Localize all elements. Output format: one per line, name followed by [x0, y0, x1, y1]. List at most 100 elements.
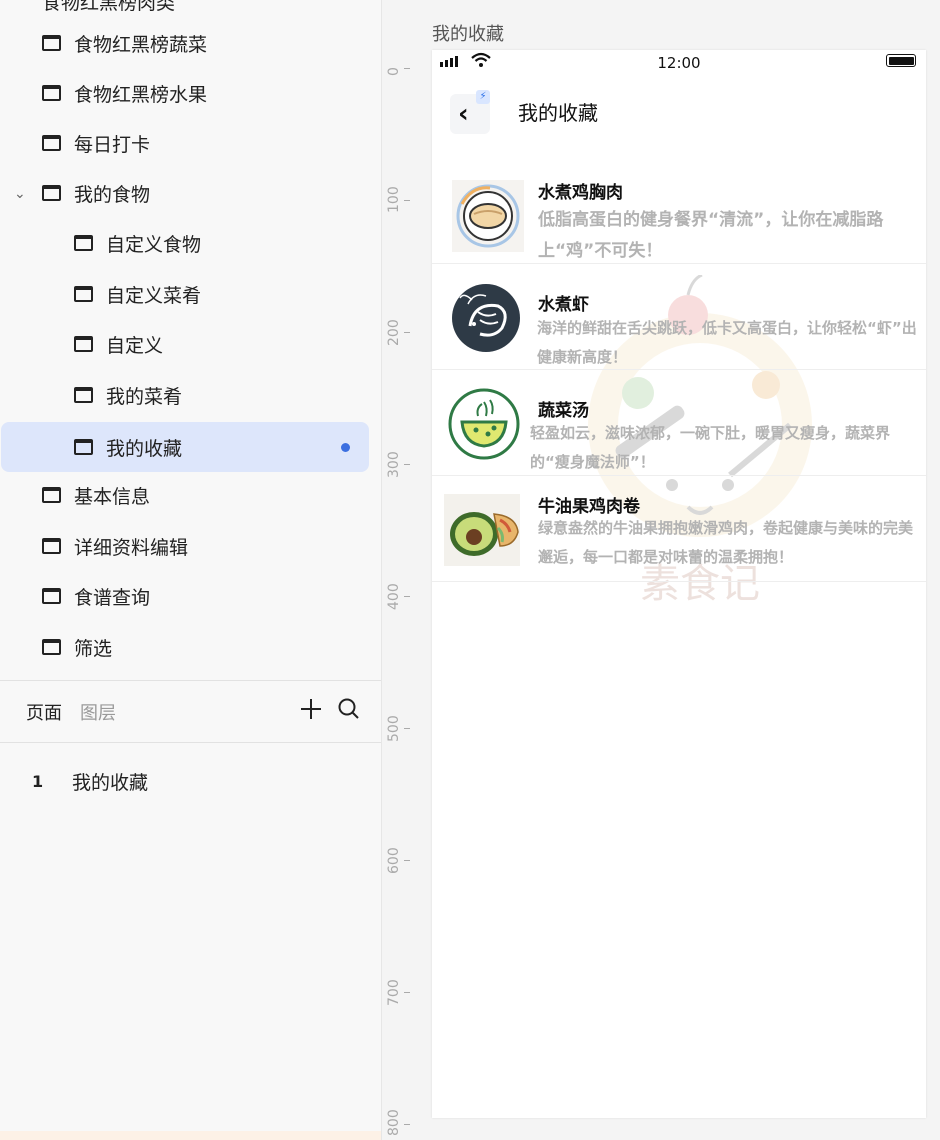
favorite-description: 低脂高蛋白的健身餐界“清流”，让你在减脂路上“鸡”不可失！ [538, 210, 884, 261]
chevron-left-icon: ‹ [458, 99, 469, 129]
page-item-daily-checkin[interactable]: 每日打卡 [42, 118, 372, 168]
page-item-label: 自定义食物 [106, 233, 202, 256]
page-item-fruits[interactable]: 食物红黑榜水果 [42, 68, 372, 118]
back-button[interactable]: ‹ ⚡ [450, 90, 490, 134]
page-icon [74, 387, 93, 403]
ruler-label: 600 [386, 847, 402, 874]
page-item-label: 我的收藏 [106, 437, 183, 460]
page-icon [74, 336, 93, 352]
ruler-label: 800 [386, 1109, 402, 1136]
page-item-label: 我的食物 [74, 183, 151, 206]
page-icon [74, 235, 93, 251]
page-item-cut[interactable]: 食物红黑榜肉类 [42, 0, 175, 15]
canvas: 我的收藏 0 100 200 300 400 500 600 700 800 1… [382, 0, 940, 1140]
page-item-label: 详细资料编辑 [74, 536, 189, 559]
favorite-item-avocado-chicken-roll[interactable]: 牛油果鸡肉卷 绿意盎然的牛油果拥抱嫩滑鸡肉，卷起健康与美味的完美邂逅，每一口都是… [432, 476, 926, 582]
page-item-profile-edit[interactable]: 详细资料编辑 [42, 521, 372, 571]
vertical-ruler: 0 100 200 300 400 500 600 700 800 [382, 50, 412, 1140]
page-icon [42, 85, 61, 101]
panel-tools [299, 697, 361, 721]
page-item-vegetables[interactable]: 食物红黑榜蔬菜 [42, 18, 372, 68]
page-item-label: 食谱查询 [74, 586, 151, 609]
layer-number: 1 [32, 771, 44, 791]
ruler-tick [404, 68, 410, 69]
page-item-recipe-search[interactable]: 食谱查询 [42, 571, 372, 621]
ruler-label: 0 [386, 67, 402, 76]
chevron-down-icon[interactable]: ⌄ [14, 186, 26, 202]
ruler-label: 100 [386, 186, 402, 213]
favorite-item-vegetable-soup[interactable]: 蔬菜汤 轻盈如云，滋味浓郁，一碗下肚，暖胃又瘦身，蔬菜界的“瘦身魔法师”！ [432, 370, 926, 476]
current-page-dot [341, 443, 350, 452]
page-item-label: 我的菜肴 [106, 385, 183, 408]
layer-row[interactable]: 1 我的收藏 [0, 760, 381, 802]
page-icon [42, 35, 61, 51]
favorite-description: 绿意盎然的牛油果拥抱嫩滑鸡肉，卷起健康与美味的完美邂逅，每一口都是对味蕾的温柔拥… [538, 519, 914, 566]
favorite-description: 海洋的鲜甜在舌尖跳跃，低卡又高蛋白，让你轻松“虾”出健康新高度！ [537, 319, 917, 366]
page-item-custom-food[interactable]: 自定义食物 [74, 218, 372, 268]
page-panel: 食物红黑榜肉类 食物红黑榜蔬菜 食物红黑榜水果 每日打卡 ⌄ 我的食物 自定义食… [0, 0, 382, 1140]
page-item-label: 自定义菜肴 [106, 284, 202, 307]
page-item-favorites[interactable]: 我的收藏 [1, 422, 369, 472]
ruler-label: 300 [386, 451, 402, 478]
page-icon [42, 588, 61, 604]
ruler-tick [404, 596, 410, 597]
favorite-item-chicken-breast[interactable]: 水煮鸡胸肉 低脂高蛋白的健身餐界“清流”，让你在减脂路上“鸡”不可失！ [432, 158, 926, 264]
page-icon [42, 639, 61, 655]
page-icon [74, 286, 93, 302]
ruler-tick [404, 464, 410, 465]
favorite-name: 水煮虾 [538, 295, 589, 315]
page-icon [42, 487, 61, 503]
favorite-item-shrimp[interactable]: 水煮虾 海洋的鲜甜在舌尖跳跃，低卡又高蛋白，让你轻松“虾”出健康新高度！ [432, 264, 926, 370]
page-item-custom[interactable]: 自定义 [74, 319, 372, 369]
ruler-label: 700 [386, 979, 402, 1006]
tab-pages[interactable]: 页面 [26, 699, 62, 725]
frame-title[interactable]: 我的收藏 [432, 20, 504, 46]
page-icon [42, 185, 61, 201]
page-list: 食物红黑榜肉类 食物红黑榜蔬菜 食物红黑榜水果 每日打卡 ⌄ 我的食物 自定义食… [0, 0, 381, 680]
avocado-chicken-roll-image [444, 494, 520, 566]
page-item-label: 自定义 [106, 334, 164, 357]
divider [0, 742, 381, 743]
favorite-description: 轻盈如云，滋味浓郁，一碗下肚，暖胃又瘦身，蔬菜界的“瘦身魔法师”！ [530, 424, 891, 471]
page-item-label: 食物红黑榜水果 [74, 83, 208, 106]
page-item-label: 食物红黑榜肉类 [42, 0, 176, 14]
ruler-label: 200 [386, 319, 402, 346]
status-time: 12:00 [657, 54, 701, 72]
nav-bar: ‹ ⚡ 我的收藏 [432, 80, 926, 142]
page-item-label: 筛选 [74, 637, 113, 660]
ruler-tick [404, 992, 410, 993]
page-item-basic-info[interactable]: 基本信息 [42, 470, 372, 520]
page-item-my-dishes[interactable]: 我的菜肴 [74, 370, 372, 420]
page-item-label: 食物红黑榜蔬菜 [74, 33, 208, 56]
search-icon[interactable] [337, 697, 361, 721]
favorite-name: 蔬菜汤 [538, 401, 589, 421]
panel-tabs: 页面 图层 [0, 681, 381, 742]
bottom-strip [0, 1131, 381, 1140]
ruler-tick [404, 728, 410, 729]
ruler-label: 400 [386, 583, 402, 610]
ruler-tick [404, 200, 410, 201]
battery-icon [886, 54, 916, 67]
ruler-label: 500 [386, 715, 402, 742]
page-item-my-food[interactable]: 我的食物 [42, 168, 372, 218]
vegetable-soup-image [448, 388, 520, 460]
favorite-name: 水煮鸡胸肉 [538, 183, 623, 203]
layer-label: 我的收藏 [72, 771, 149, 794]
phone-frame: 12:00 ‹ ⚡ 我的收藏 素食记 水煮鸡胸肉 低脂高蛋白的健身餐界“清流”，… [432, 50, 926, 1118]
bolt-icon: ⚡ [476, 90, 490, 104]
ruler-tick [404, 332, 410, 333]
page-item-custom-dish[interactable]: 自定义菜肴 [74, 269, 372, 319]
page-item-filter[interactable]: 筛选 [42, 622, 372, 672]
ruler-tick [404, 860, 410, 861]
page-icon [74, 439, 93, 455]
page-item-label: 基本信息 [74, 485, 151, 508]
page-icon [42, 135, 61, 151]
page-icon [42, 538, 61, 554]
status-bar: 12:00 [432, 50, 926, 76]
shrimp-image [450, 282, 522, 354]
page-title: 我的收藏 [518, 101, 598, 125]
chicken-breast-image [452, 180, 524, 252]
page-item-label: 每日打卡 [74, 133, 151, 156]
add-icon[interactable] [299, 697, 323, 721]
tab-layers[interactable]: 图层 [80, 699, 116, 725]
